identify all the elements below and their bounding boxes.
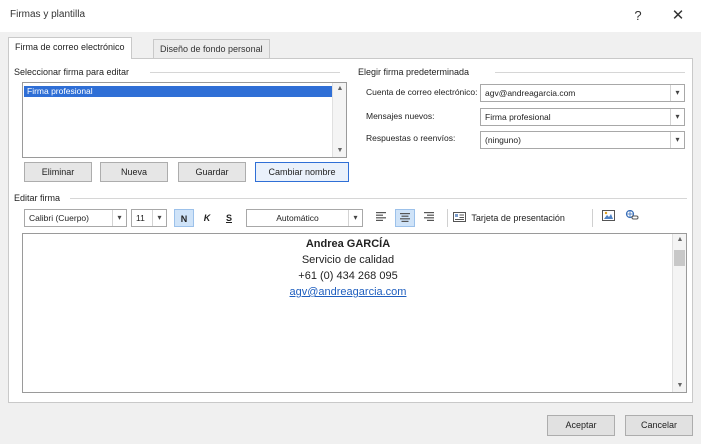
signature-email-link[interactable]: agv@andreagarcia.com	[290, 286, 407, 298]
chevron-down-icon[interactable]: ▾	[348, 210, 362, 226]
window-title: Firmas y plantilla	[10, 9, 86, 20]
business-card-button[interactable]: Tarjeta de presentación	[453, 209, 588, 227]
divider	[447, 209, 448, 227]
divider	[592, 209, 593, 227]
replies-select[interactable]: (ninguno) ▾	[480, 131, 685, 149]
font-size-value: 11	[136, 213, 145, 223]
font-size-select[interactable]: 11 ▾	[131, 209, 167, 227]
tab-personal-stationery[interactable]: Diseño de fondo personal	[153, 39, 270, 58]
scroll-down-icon[interactable]: ▼	[333, 145, 347, 157]
title-bar	[0, 0, 701, 32]
select-signature-label: Seleccionar firma para editar	[14, 67, 134, 77]
account-select[interactable]: agv@andreagarcia.com ▾	[480, 84, 685, 102]
chevron-down-icon[interactable]: ▾	[670, 109, 684, 125]
account-label: Cuenta de correo electrónico:	[366, 87, 478, 97]
chevron-down-icon[interactable]: ▾	[152, 210, 166, 226]
scroll-up-icon[interactable]: ▲	[333, 83, 347, 95]
default-signature-label: Elegir firma predeterminada	[358, 67, 474, 77]
replies-value: (ninguno)	[485, 135, 521, 145]
signature-content: Andrea GARCÍA Servicio de calidad +61 (0…	[23, 236, 673, 300]
rename-button[interactable]: Cambiar nombre	[255, 162, 349, 182]
font-select[interactable]: Calibri (Cuerpo) ▾	[24, 209, 127, 227]
font-value: Calibri (Cuerpo)	[29, 213, 89, 223]
align-right-icon[interactable]	[419, 209, 439, 227]
delete-button[interactable]: Eliminar	[24, 162, 92, 182]
editor-scrollbar[interactable]: ▲ ▼	[672, 234, 686, 392]
align-center-icon[interactable]	[395, 209, 415, 227]
edit-signature-label: Editar firma	[14, 193, 65, 203]
close-button[interactable]: ✕	[667, 6, 689, 26]
list-item[interactable]: Firma profesional	[24, 86, 333, 97]
save-button[interactable]: Guardar	[178, 162, 246, 182]
signature-list[interactable]: Firma profesional ▲ ▼	[22, 82, 347, 158]
signature-phone: +61 (0) 434 268 095	[298, 270, 398, 282]
business-card-label: Tarjeta de presentación	[471, 213, 565, 223]
list-scrollbar[interactable]: ▲ ▼	[332, 83, 346, 157]
replies-label: Respuestas o reenvíos:	[366, 133, 456, 143]
chevron-down-icon[interactable]: ▾	[112, 210, 126, 226]
cancel-button[interactable]: Cancelar	[625, 415, 693, 436]
font-color-select[interactable]: Automático ▾	[246, 209, 363, 227]
new-messages-value: Firma profesional	[485, 112, 551, 122]
new-messages-label: Mensajes nuevos:	[366, 111, 435, 121]
signature-department: Servicio de calidad	[301, 254, 395, 266]
signature-editor[interactable]: Andrea GARCÍA Servicio de calidad +61 (0…	[22, 233, 687, 393]
scroll-up-icon[interactable]: ▲	[673, 234, 687, 246]
signature-name: Andrea GARCÍA	[305, 238, 391, 250]
scroll-thumb[interactable]	[674, 250, 685, 266]
chevron-down-icon[interactable]: ▾	[670, 85, 684, 101]
underline-button[interactable]: S	[220, 209, 238, 227]
new-button[interactable]: Nueva	[100, 162, 168, 182]
new-messages-select[interactable]: Firma profesional ▾	[480, 108, 685, 126]
account-value: agv@andreagarcia.com	[485, 88, 576, 98]
italic-button[interactable]: K	[198, 209, 216, 227]
align-left-icon[interactable]	[371, 209, 391, 227]
insert-hyperlink-icon[interactable]	[622, 209, 642, 227]
business-card-icon	[453, 210, 466, 228]
scroll-down-icon[interactable]: ▼	[673, 380, 687, 392]
font-color-value: Automático	[276, 213, 319, 223]
divider	[495, 72, 685, 73]
ok-button[interactable]: Aceptar	[547, 415, 615, 436]
help-button[interactable]: ?	[627, 6, 649, 26]
divider	[70, 198, 687, 199]
tab-email-signature[interactable]: Firma de correo electrónico	[8, 37, 132, 59]
insert-picture-icon[interactable]	[598, 209, 618, 227]
divider	[150, 72, 340, 73]
bold-button[interactable]: N	[174, 209, 194, 227]
chevron-down-icon[interactable]: ▾	[670, 132, 684, 148]
